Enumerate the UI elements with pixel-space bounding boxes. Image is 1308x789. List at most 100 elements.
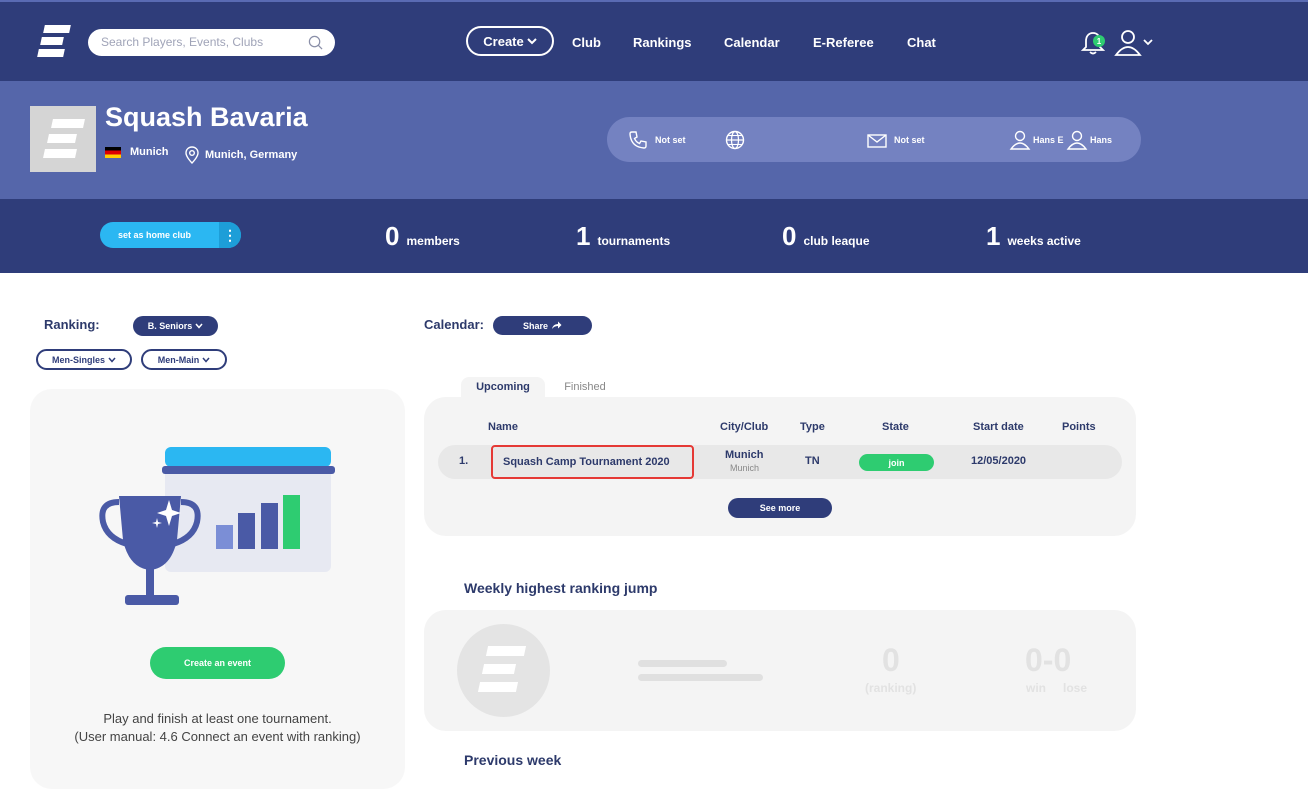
weeks-active-label: weeks active <box>1007 234 1081 248</box>
chevron-down-icon <box>108 357 116 363</box>
create-button[interactable]: Create <box>466 26 554 56</box>
row-start-date: 12/05/2020 <box>971 455 1027 467</box>
set-home-club-label: set as home club <box>118 230 192 240</box>
previous-week-title: Previous week <box>464 752 562 768</box>
search-input[interactable] <box>101 35 301 49</box>
search-icon[interactable] <box>308 35 323 50</box>
ranking-hint-line-1: Play and finish at least one tournament. <box>103 711 332 726</box>
notification-badge: 1 <box>1093 35 1105 47</box>
contact-person-1-name: Hans E <box>1033 135 1064 145</box>
club-league-count: 0 <box>782 221 797 251</box>
email-value: Not set <box>894 135 925 145</box>
more-options-icon[interactable]: ⋮ <box>219 222 241 248</box>
create-event-button[interactable]: Create an event <box>150 647 285 679</box>
contact-person-2[interactable]: Hans <box>1066 129 1112 151</box>
user-menu-icon[interactable] <box>1114 29 1156 57</box>
trophy-chart-illustration <box>99 447 335 605</box>
club-logo <box>30 106 96 172</box>
chevron-down-icon <box>527 38 537 45</box>
nav-e-referee[interactable]: E-Referee <box>813 35 874 50</box>
contact-info: Not set Not set Hans E Hans <box>607 117 1141 162</box>
events-table: Name City/Club Type State Start date Poi… <box>424 397 1136 536</box>
row-club: Munich <box>730 463 760 473</box>
discipline-select[interactable]: Men-Singles <box>36 349 132 370</box>
name-placeholder-line <box>638 660 727 667</box>
weekly-jump-card: 0 (ranking) 0-0 win lose <box>424 610 1136 731</box>
user-icon <box>1009 130 1031 150</box>
map-pin-icon <box>185 146 199 164</box>
discipline-value: Men-Singles <box>51 354 105 365</box>
name-placeholder-line <box>638 674 763 681</box>
club-city: Munich <box>105 146 169 158</box>
column-start-date: Start date <box>973 421 1024 433</box>
nav-rankings[interactable]: Rankings <box>633 35 692 50</box>
chevron-down-icon <box>202 357 210 363</box>
nav-club[interactable]: Club <box>572 35 601 50</box>
column-name: Name <box>488 421 518 433</box>
club-league-label: club leaque <box>803 234 870 248</box>
see-more-button[interactable]: See more <box>728 498 832 518</box>
members-label: members <box>406 234 460 248</box>
tab-finished[interactable]: Finished <box>548 377 622 397</box>
app-logo[interactable] <box>37 22 71 62</box>
column-points: Points <box>1062 421 1096 433</box>
event-name-link[interactable]: Squash Camp Tournament 2020 <box>491 445 694 479</box>
calendar-label: Calendar: <box>424 317 484 332</box>
contact-phone: Not set <box>627 129 686 151</box>
column-city-club: City/Club <box>720 421 769 433</box>
contact-person-2-name: Hans <box>1090 135 1113 145</box>
ranking-category-value: B. Seniors <box>147 321 193 331</box>
lose-label: lose <box>1063 681 1088 695</box>
stat-members: 0 members <box>385 221 460 252</box>
nav-chat[interactable]: Chat <box>907 35 936 50</box>
stat-club-league: 0 club leaque <box>782 221 870 252</box>
draw-value: Men-Main <box>157 354 200 365</box>
row-type: TN <box>805 455 820 467</box>
chevron-down-icon <box>195 323 203 329</box>
ranking-hint-line-2: (User manual: 4.6 Connect an event with … <box>74 729 361 744</box>
tab-upcoming[interactable]: Upcoming <box>461 377 545 397</box>
column-type: Type <box>800 421 825 433</box>
share-label: Share <box>522 320 548 331</box>
club-city-label: Munich <box>130 146 169 158</box>
table-row: 1. Squash Camp Tournament 2020 Munich Mu… <box>438 445 1122 479</box>
club-location-label: Munich, Germany <box>205 149 298 161</box>
club-stats-bar: set as home club ⋮ 0 members 1 tournamen… <box>0 199 1308 273</box>
share-icon <box>552 321 562 329</box>
ranking-jump-value: 0 <box>882 642 900 678</box>
stat-weeks-active: 1 weeks active <box>986 221 1081 252</box>
row-index: 1. <box>459 455 469 467</box>
set-home-club-button[interactable]: set as home club ⋮ <box>100 222 241 248</box>
tournaments-label: tournaments <box>597 234 671 248</box>
win-lose-score: 0-0 <box>1025 642 1072 678</box>
contact-email: Not set <box>866 129 925 151</box>
tournaments-count: 1 <box>576 221 591 251</box>
club-location: Munich, Germany <box>185 146 297 164</box>
stat-tournaments: 1 tournaments <box>576 221 670 252</box>
column-state: State <box>882 421 909 433</box>
germany-flag-icon <box>105 146 121 158</box>
ranking-category-select[interactable]: B. Seniors <box>133 316 218 336</box>
globe-icon[interactable] <box>724 129 746 151</box>
share-calendar-button[interactable]: Share <box>493 316 592 335</box>
win-label: win <box>1026 681 1046 695</box>
ranking-label: Ranking: <box>44 317 100 332</box>
draw-select[interactable]: Men-Main <box>141 349 227 370</box>
phone-value: Not set <box>655 135 686 145</box>
weekly-jump-title: Weekly highest ranking jump <box>464 580 658 596</box>
ranking-jump-label: (ranking) <box>865 681 917 695</box>
contact-person-1[interactable]: Hans E <box>1009 129 1064 151</box>
row-city: Munich <box>725 449 764 461</box>
club-header: Squash Bavaria Munich Munich, Germany No… <box>0 81 1308 199</box>
mail-icon <box>867 134 887 148</box>
create-label: Create <box>483 33 524 49</box>
members-count: 0 <box>385 221 400 251</box>
weeks-active-count: 1 <box>986 221 1001 251</box>
user-icon <box>1066 130 1088 150</box>
avatar-placeholder <box>457 624 550 717</box>
club-name: Squash Bavaria <box>105 102 308 132</box>
nav-calendar[interactable]: Calendar <box>724 35 780 50</box>
phone-icon <box>629 131 647 149</box>
top-navbar: Create Club Rankings Calendar E-Referee … <box>0 0 1308 81</box>
join-button[interactable]: join <box>859 454 934 471</box>
